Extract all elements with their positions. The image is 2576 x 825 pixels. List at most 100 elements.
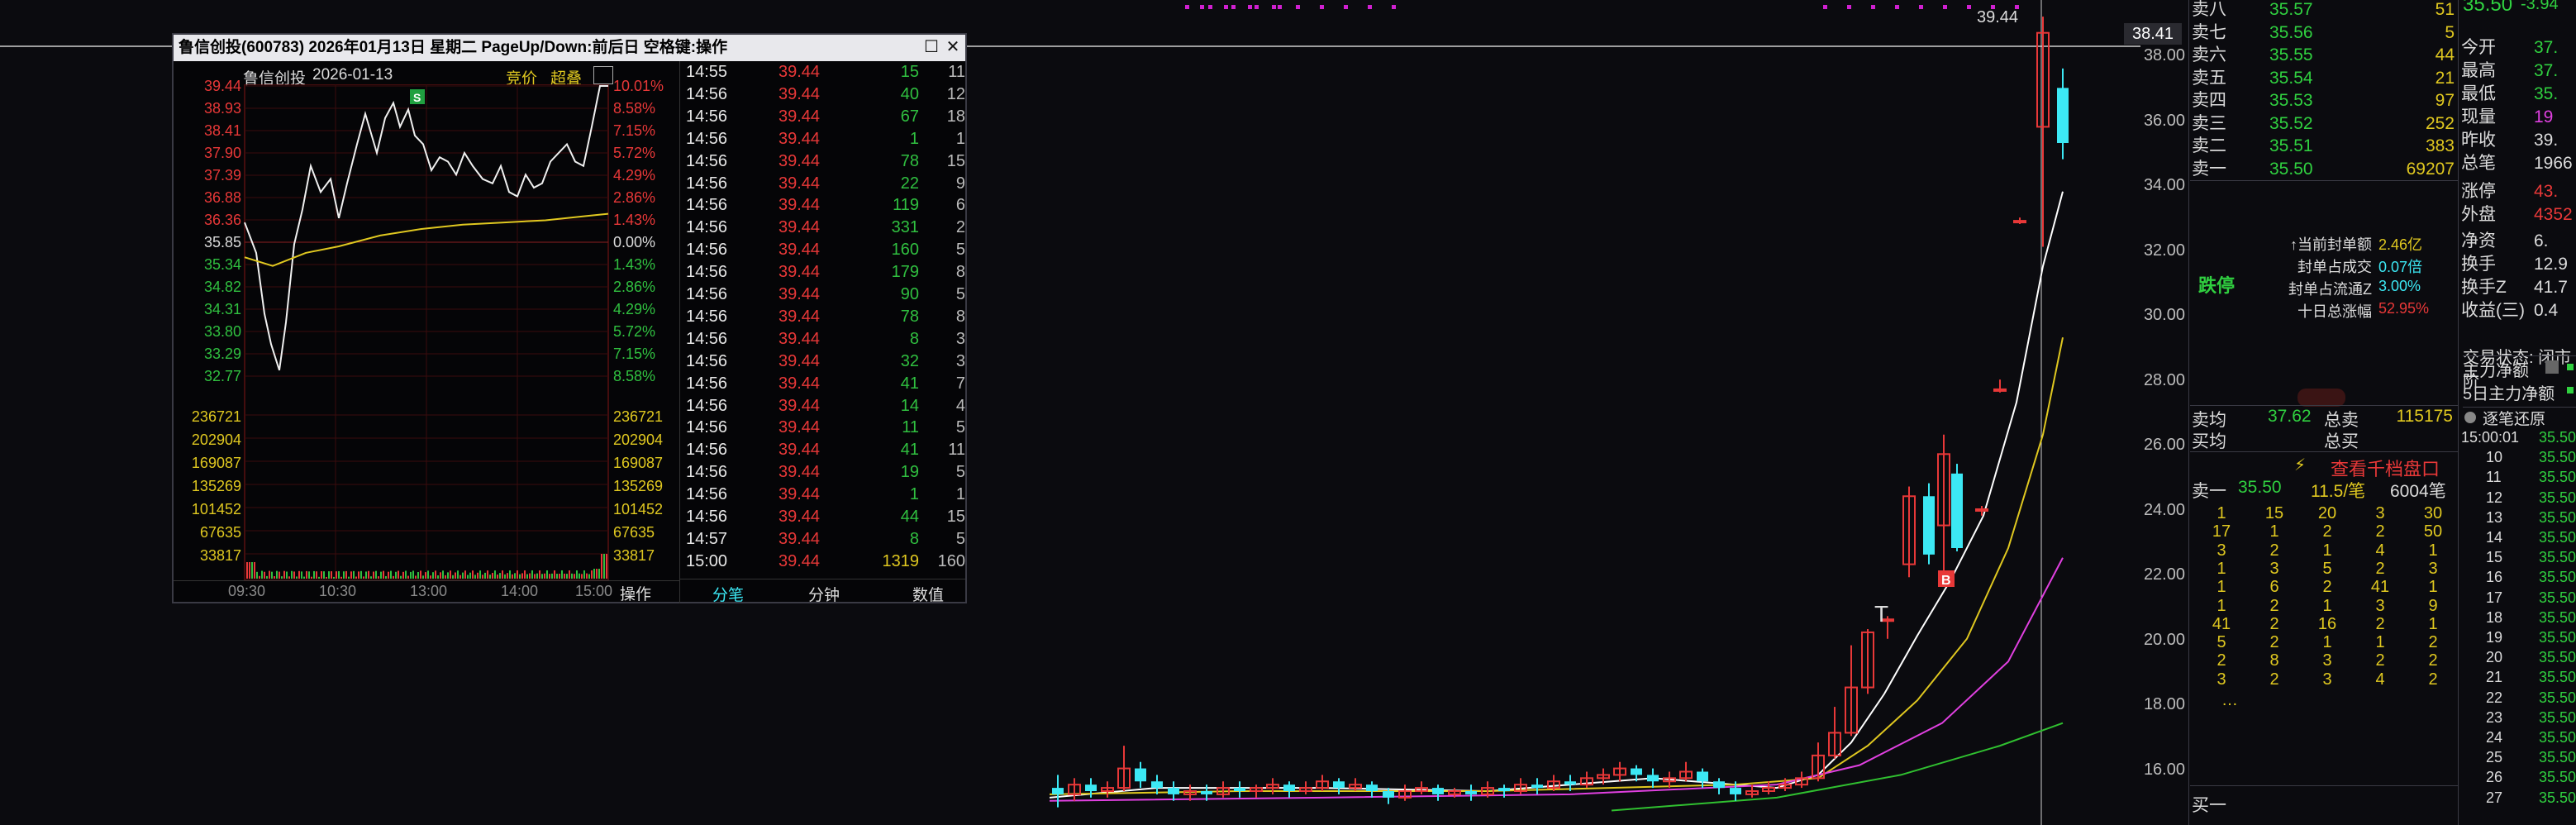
tick-price: 39.44 bbox=[779, 196, 821, 215]
price-left-tick: 37.39 bbox=[203, 167, 241, 184]
limit-down-label: 跌停 bbox=[2198, 275, 2236, 296]
tick-row: 14:56 39.44 41 7 bbox=[679, 373, 969, 395]
queue-cell: 6 bbox=[2269, 578, 2279, 597]
seal-label: 十日总涨幅 bbox=[2297, 303, 2372, 320]
price-axis-tick: 16.00 bbox=[2143, 760, 2185, 779]
tick-time: 14:55 bbox=[686, 63, 728, 81]
b-marker: B bbox=[1941, 574, 1951, 588]
restore-toggle-icon[interactable] bbox=[2464, 412, 2476, 423]
tick-row: 14:56 39.44 14 4 bbox=[679, 395, 969, 417]
tick-time: 15:00 bbox=[686, 551, 728, 570]
tab-values[interactable]: 数值 bbox=[912, 583, 944, 605]
trade-price: 35.50 bbox=[2539, 429, 2576, 446]
total-buy-label: 总买 bbox=[2324, 432, 2359, 451]
intraday-popup[interactable]: 鲁信创投(600783) 2026年01月13日 星期二 PageUp/Down… bbox=[172, 33, 969, 605]
queue-more[interactable]: … bbox=[2221, 691, 2238, 710]
trade-time: 17 bbox=[2486, 589, 2503, 606]
popup-date: 2026-01-13 bbox=[312, 66, 393, 83]
tab-minute[interactable]: 分钟 bbox=[808, 583, 840, 605]
collapse-icon[interactable] bbox=[2297, 389, 2345, 407]
restore-icon[interactable]: ☐ bbox=[922, 38, 940, 56]
queue-cell: 3 bbox=[2322, 670, 2332, 689]
queue-cell: 1 bbox=[2322, 541, 2332, 560]
ask-row[interactable]: 卖八 35.57 51 bbox=[2190, 0, 2458, 21]
queue-cell: 5 bbox=[2217, 633, 2226, 652]
pct-right-tick: 10.01% bbox=[613, 78, 664, 94]
ask-row[interactable]: 卖三 35.52 252 bbox=[2190, 112, 2458, 136]
tick-time: 14:56 bbox=[686, 241, 728, 260]
quote-value: 37. bbox=[2534, 38, 2559, 57]
queue-cell: 5 bbox=[2322, 559, 2332, 578]
tick-time: 14:56 bbox=[686, 485, 728, 504]
trade-row: 26 35.50 bbox=[2459, 768, 2576, 786]
tick-volume: 40 bbox=[900, 84, 919, 103]
vol-right-tick: 236721 bbox=[613, 408, 664, 425]
close-icon[interactable]: ✕ bbox=[944, 38, 962, 56]
queue-cell: 17 bbox=[2212, 522, 2231, 541]
trade-price: 35.50 bbox=[2539, 569, 2576, 586]
price-left-tick: 35.34 bbox=[203, 256, 241, 273]
ask-row[interactable]: 卖二 35.51 383 bbox=[2190, 135, 2458, 158]
queue-sell1-per: 11.5/笔 bbox=[2311, 482, 2366, 501]
top-marker-dots bbox=[1185, 5, 2019, 9]
seal-row: 封单占流通Z 3.00% bbox=[2264, 278, 2455, 299]
tick-count: 11 bbox=[948, 63, 965, 81]
trade-price: 35.50 bbox=[2539, 649, 2576, 666]
tick-row: 14:56 39.44 78 15 bbox=[679, 150, 969, 173]
tick-price: 39.44 bbox=[779, 351, 821, 370]
ask-row[interactable]: 卖一 35.50 69207 bbox=[2190, 158, 2458, 181]
vol-right-tick: 101452 bbox=[613, 501, 664, 517]
trade-time: 23 bbox=[2486, 708, 2503, 726]
ask-label: 卖六 bbox=[2192, 45, 2226, 64]
queue-cell: 2 bbox=[2375, 651, 2385, 670]
vol-right-tick: 67635 bbox=[613, 524, 655, 541]
trade-time: 13 bbox=[2486, 508, 2503, 526]
ask-row[interactable]: 卖五 35.54 21 bbox=[2190, 67, 2458, 90]
queue-cell: 2 bbox=[2269, 614, 2279, 633]
ask-volume: 51 bbox=[2435, 0, 2455, 19]
ask-row[interactable]: 卖七 35.56 5 bbox=[2190, 21, 2458, 45]
time-axis-tick: 10:30 bbox=[319, 583, 357, 599]
intraday-chart[interactable]: S bbox=[174, 84, 679, 580]
queue-row: 2 8 3 2 2 bbox=[2190, 651, 2459, 670]
tab-ticks[interactable]: 分笔 bbox=[712, 583, 744, 605]
overlay-icon[interactable] bbox=[593, 66, 613, 84]
restore-label[interactable]: 逐笔还原 bbox=[2483, 407, 2545, 429]
tick-price: 39.44 bbox=[779, 529, 821, 548]
queue-cell: 16 bbox=[2317, 614, 2337, 633]
vol-left-tick: 33817 bbox=[199, 547, 241, 564]
operate-tab[interactable]: 操作 bbox=[620, 582, 651, 604]
trade-time: 24 bbox=[2486, 729, 2503, 746]
tick-row: 14:56 39.44 11 5 bbox=[679, 417, 969, 439]
quote-value: 43. bbox=[2534, 182, 2559, 201]
ask-row[interactable]: 卖六 35.55 44 bbox=[2190, 44, 2458, 67]
queue-sell1-label: 卖一 bbox=[2192, 482, 2226, 501]
queue-cell: 3 bbox=[2269, 559, 2279, 578]
main-net-icon[interactable] bbox=[2545, 360, 2559, 374]
ask-row[interactable]: 卖四 35.53 97 bbox=[2190, 89, 2458, 112]
tick-price: 39.44 bbox=[779, 84, 821, 103]
price-left-tick: 38.93 bbox=[203, 100, 241, 117]
tick-volume: 14 bbox=[900, 396, 919, 415]
vol-left-tick: 202904 bbox=[191, 432, 241, 448]
trade-time: 16 bbox=[2486, 569, 2503, 586]
tick-count: 3 bbox=[955, 351, 965, 370]
queue-cell: 20 bbox=[2317, 504, 2337, 522]
trade-time: 19 bbox=[2486, 629, 2503, 646]
quote-value: 4352 bbox=[2534, 205, 2573, 224]
queue-cell: 3 bbox=[2217, 670, 2226, 689]
queue-cell: 1 bbox=[2217, 596, 2226, 615]
price-left-tick: 34.82 bbox=[203, 279, 241, 295]
trade-price: 35.50 bbox=[2539, 669, 2576, 686]
queue-cell: 2 bbox=[2217, 651, 2226, 670]
tick-price: 39.44 bbox=[779, 485, 821, 504]
queue-row: 5 2 1 1 2 bbox=[2190, 633, 2459, 651]
main-net5-label: 5日主力净额 bbox=[2463, 385, 2555, 403]
queue-cell: 2 bbox=[2428, 633, 2438, 652]
tick-count: 160 bbox=[937, 551, 965, 570]
trade-price: 35.50 bbox=[2539, 449, 2576, 466]
pct-right-tick: 1.43% bbox=[613, 212, 656, 228]
price-axis-tick: 32.00 bbox=[2143, 241, 2185, 260]
queue-cell: 50 bbox=[2423, 522, 2443, 541]
trade-price: 35.50 bbox=[2539, 708, 2576, 726]
